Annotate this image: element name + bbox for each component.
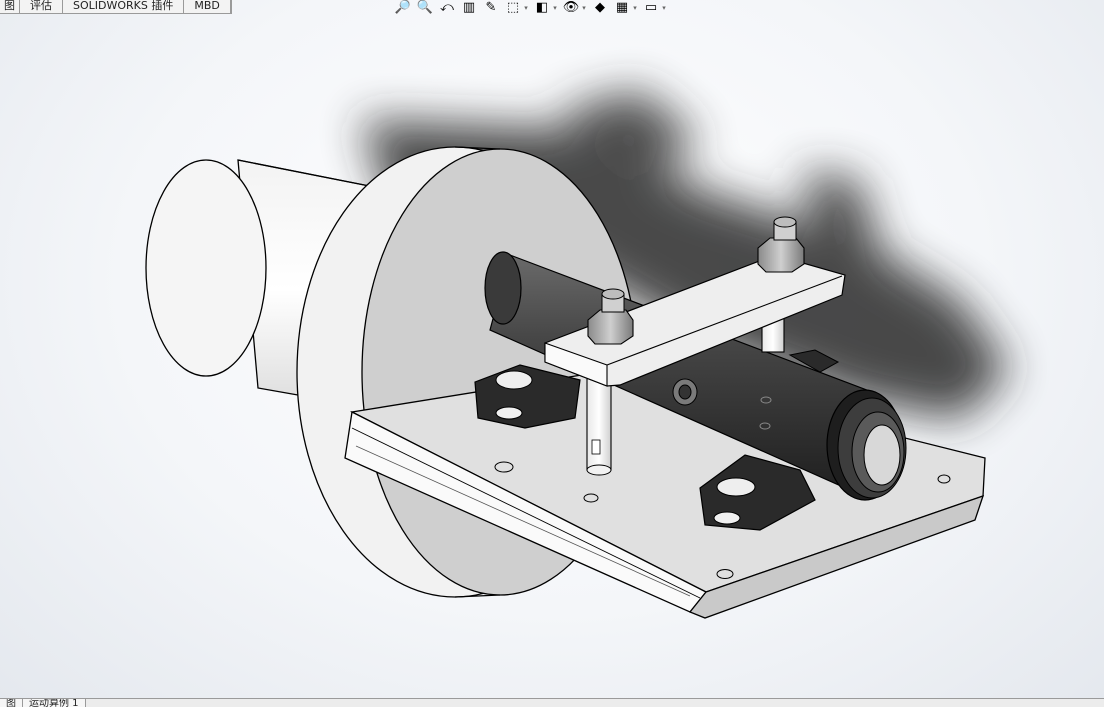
- previous-view-icon[interactable]: ⤺: [438, 0, 456, 16]
- graphics-area[interactable]: [0, 0, 1104, 706]
- chevron-down-icon[interactable]: ▾: [661, 0, 667, 16]
- view-settings-icon[interactable]: ▭: [642, 0, 660, 16]
- chevron-down-icon[interactable]: ▾: [523, 0, 529, 16]
- tab-evaluate[interactable]: 评估: [20, 0, 63, 13]
- zoom-to-fit-icon[interactable]: 🔎: [394, 0, 412, 16]
- chevron-down-icon[interactable]: ▾: [552, 0, 558, 16]
- tab-solidworks-addins[interactable]: SOLIDWORKS 插件: [63, 0, 185, 13]
- display-style-icon[interactable]: ◧: [533, 0, 551, 16]
- chevron-down-icon[interactable]: ▾: [581, 0, 587, 16]
- view-orientation-icon[interactable]: ⬚: [504, 0, 522, 16]
- heads-up-view-toolbar: 🔎 🔍 ⤺ ▥ ✎ ⬚ ▾ ◧ ▾ 👁 ▾ ◆ ▦ ▾ ▭ ▾: [394, 0, 667, 16]
- command-manager-tabs: 图 评估 SOLIDWORKS 插件 MBD: [0, 0, 232, 14]
- dynamic-annotation-icon[interactable]: ✎: [482, 0, 500, 16]
- zoom-to-area-icon[interactable]: 🔍: [416, 0, 434, 16]
- section-view-icon[interactable]: ▥: [460, 0, 478, 16]
- apply-scene-icon[interactable]: ▦: [613, 0, 631, 16]
- tab-mbd[interactable]: MBD: [184, 0, 231, 13]
- edit-appearance-icon[interactable]: ◆: [591, 0, 609, 16]
- 3d-model-view[interactable]: [0, 0, 1104, 706]
- chevron-down-icon[interactable]: ▾: [632, 0, 638, 16]
- hide-show-items-icon[interactable]: 👁: [562, 0, 580, 16]
- tab-drawing[interactable]: 图: [0, 0, 20, 13]
